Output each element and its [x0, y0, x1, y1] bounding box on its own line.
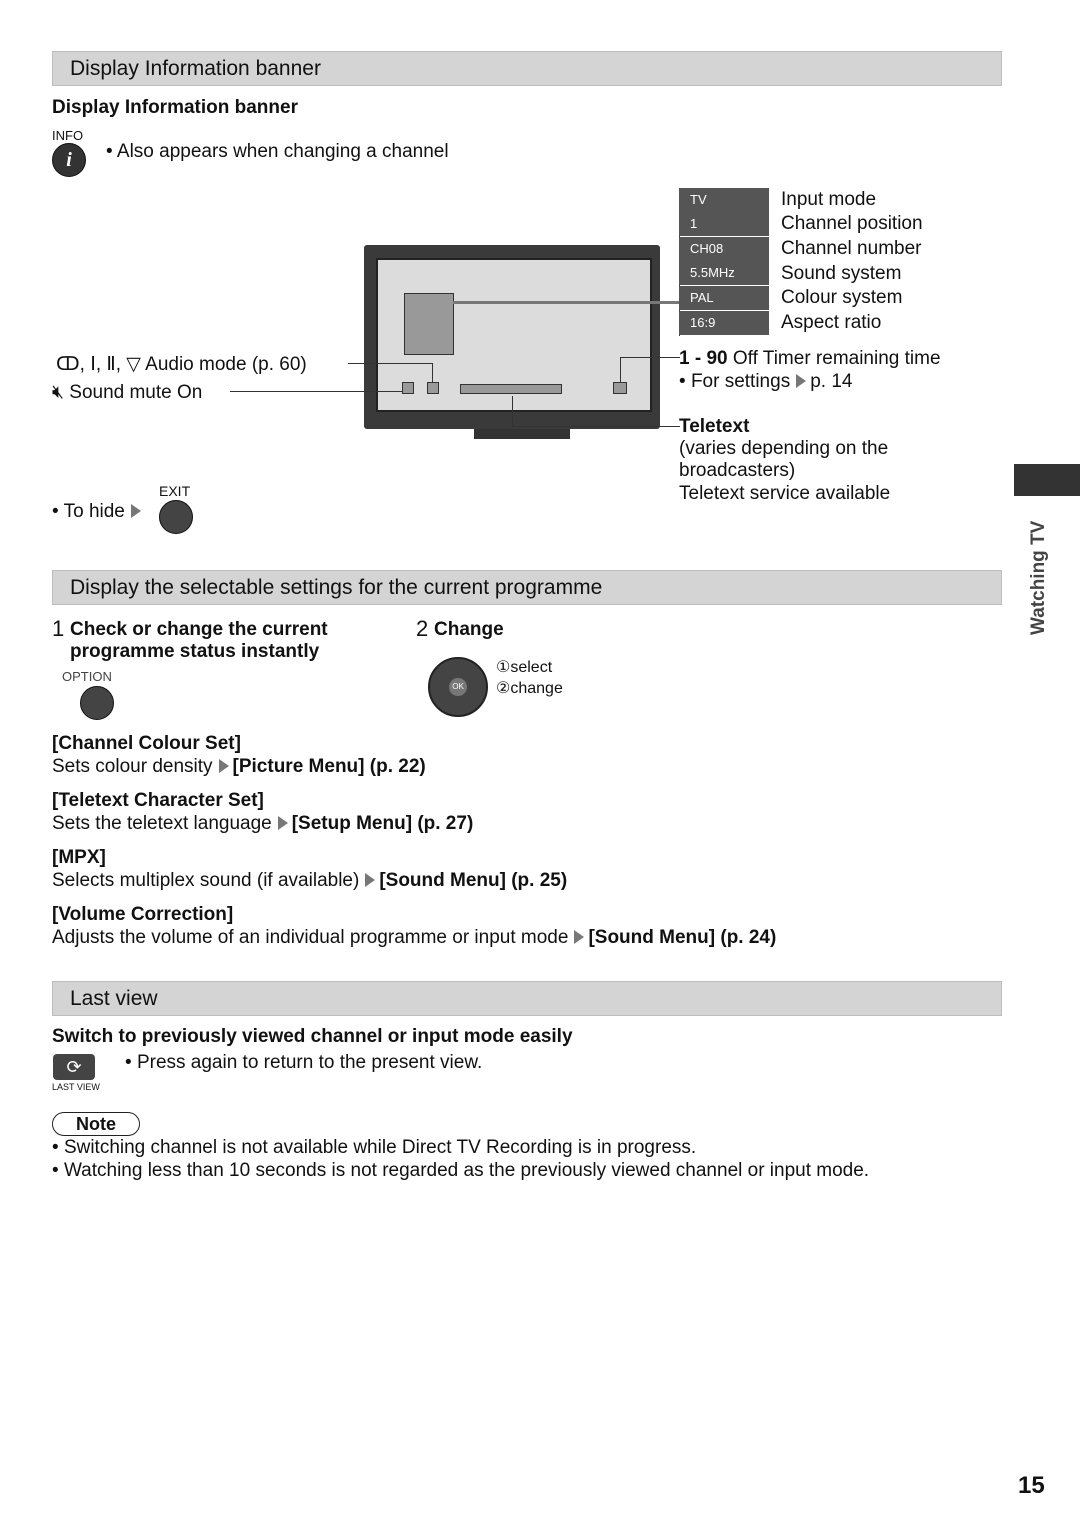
subtitle: Display Information banner	[52, 97, 298, 118]
item-desc: Sets the teletext language [Setup Menu] (…	[52, 813, 474, 834]
osd-label: Colour system	[781, 287, 903, 308]
arrow-icon	[130, 504, 141, 518]
last-view-label: LAST VIEW	[52, 1082, 100, 1092]
teletext-title: Teletext	[679, 416, 750, 437]
note-badge: Note	[52, 1112, 140, 1136]
section-title: Display the selectable settings for the …	[70, 576, 603, 599]
dpad-icon: OK	[428, 657, 488, 717]
item-desc: Sets colour density [Picture Menu] (p. 22…	[52, 756, 426, 777]
teletext-note: Teletext service available	[679, 483, 891, 504]
osd-label: Channel position	[781, 213, 923, 234]
audio-mode-label: ↀ, Ⅰ, Ⅱ, ▽ Audio mode (p. 60)	[56, 354, 307, 375]
osd-label: Channel number	[781, 238, 922, 259]
sound-mute-label: 🔇︎ Sound mute On	[52, 382, 203, 403]
osd-colour: PAL	[679, 286, 769, 310]
note-item: • Switching channel is not available whi…	[52, 1137, 697, 1158]
change-label: ②change	[496, 680, 563, 697]
osd-label: Input mode	[781, 189, 877, 210]
osd-position: 1	[679, 212, 769, 236]
section-title: Display Information banner	[70, 57, 321, 80]
teletext-note: broadcasters)	[679, 460, 796, 481]
item-desc: Adjusts the volume of an individual prog…	[52, 927, 777, 948]
info-icon: i	[52, 143, 86, 177]
osd-input: TV	[679, 188, 769, 212]
tv-stand	[474, 429, 570, 439]
to-hide: • To hide	[52, 501, 145, 523]
section-header: Display Information banner	[52, 51, 1002, 86]
option-label: OPTION	[62, 669, 112, 684]
osd-aspect: 16:9	[679, 311, 769, 335]
arrow-icon	[796, 374, 807, 388]
osd-label: Aspect ratio	[781, 312, 882, 333]
section-header: Display the selectable settings for the …	[52, 570, 1002, 605]
note-item: • Watching less than 10 seconds is not r…	[52, 1160, 870, 1181]
step-number: 2	[416, 616, 429, 641]
option-button-icon	[80, 686, 114, 720]
teletext-note: (varies depending on the	[679, 438, 889, 459]
item-title: [Volume Correction]	[52, 904, 234, 925]
side-tab	[1014, 464, 1080, 496]
step-text: Check or change the current	[70, 619, 328, 640]
item-title: [MPX]	[52, 847, 106, 868]
last-view-button-icon: ⟳	[53, 1054, 95, 1080]
osd-channel: CH08	[679, 237, 769, 261]
section-title: Last view	[70, 987, 158, 1010]
exit-button-icon	[159, 500, 193, 534]
page-number: 15	[1018, 1472, 1045, 1499]
item-desc: Selects multiplex sound (if available) [S…	[52, 870, 568, 891]
select-label: ①select	[496, 659, 553, 676]
mute-icon: 🔇︎	[52, 382, 64, 403]
info-note: • Also appears when changing a channel	[106, 141, 449, 162]
step-text: programme status instantly	[70, 641, 320, 662]
osd-sound: 5.5MHz	[679, 261, 769, 285]
osd-label: Sound system	[781, 263, 902, 284]
side-tab-label: Watching TV	[1028, 520, 1049, 635]
subtitle: Switch to previously viewed channel or i…	[52, 1026, 573, 1047]
step-number: 1	[52, 616, 65, 641]
step-text: Change	[434, 619, 504, 640]
section-header: Last view	[52, 981, 1002, 1016]
off-timer: 1 - 90 Off Timer remaining time	[679, 348, 941, 369]
timer-settings: • For settings p. 14	[679, 371, 853, 392]
last-view-note: • Press again to return to the present v…	[125, 1052, 483, 1073]
info-label: INFO	[52, 128, 84, 143]
manual-page: Display Information banner Display Infor…	[0, 0, 1080, 1532]
item-title: [Teletext Character Set]	[52, 790, 264, 811]
item-title: [Channel Colour Set]	[52, 733, 241, 754]
exit-label: EXIT	[159, 483, 191, 499]
